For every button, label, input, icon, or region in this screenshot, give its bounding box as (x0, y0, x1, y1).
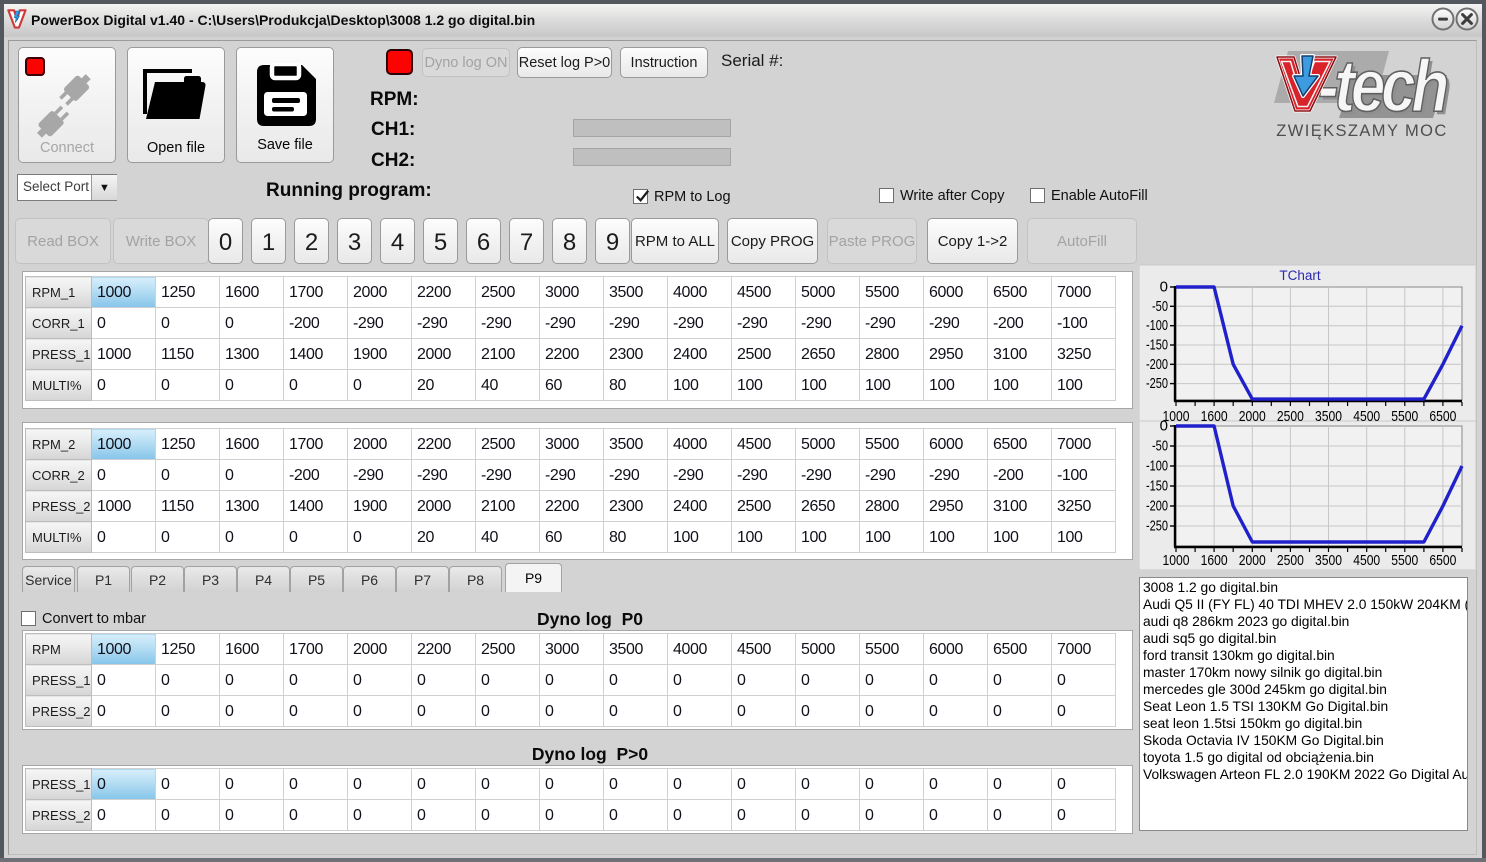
svg-text:5500: 5500 (1391, 408, 1418, 425)
svg-text:TChart: TChart (1279, 268, 1321, 283)
svg-text:-150: -150 (1146, 478, 1168, 495)
svg-text:2500: 2500 (1277, 552, 1304, 569)
svg-text:-50: -50 (1152, 438, 1168, 455)
svg-text:3500: 3500 (1315, 552, 1342, 569)
svg-text:1600: 1600 (1201, 408, 1228, 425)
svg-text:-250: -250 (1146, 375, 1168, 392)
svg-text:-200: -200 (1146, 356, 1168, 373)
svg-text:4500: 4500 (1353, 408, 1380, 425)
svg-text:5500: 5500 (1391, 552, 1418, 569)
svg-text:0: 0 (1160, 279, 1168, 296)
svg-text:-150: -150 (1146, 337, 1168, 354)
svg-text:6500: 6500 (1429, 552, 1456, 569)
svg-text:2500: 2500 (1277, 408, 1304, 425)
svg-text:-250: -250 (1146, 518, 1168, 535)
svg-text:-200: -200 (1146, 498, 1168, 515)
svg-text:-100: -100 (1146, 317, 1168, 334)
svg-text:1000: 1000 (1163, 552, 1190, 569)
svg-text:1600: 1600 (1201, 552, 1228, 569)
svg-text:2000: 2000 (1239, 552, 1266, 569)
svg-text:-50: -50 (1152, 298, 1168, 315)
svg-text:-100: -100 (1146, 458, 1168, 475)
svg-text:3500: 3500 (1315, 408, 1342, 425)
svg-text:-tech: -tech (1318, 46, 1447, 127)
svg-text:2000: 2000 (1239, 408, 1266, 425)
svg-text:0: 0 (1160, 418, 1168, 435)
svg-text:6500: 6500 (1429, 408, 1456, 425)
svg-text:4500: 4500 (1353, 552, 1380, 569)
svg-text:ZWIĘKSZAMY MOC: ZWIĘKSZAMY MOC (1276, 122, 1447, 140)
